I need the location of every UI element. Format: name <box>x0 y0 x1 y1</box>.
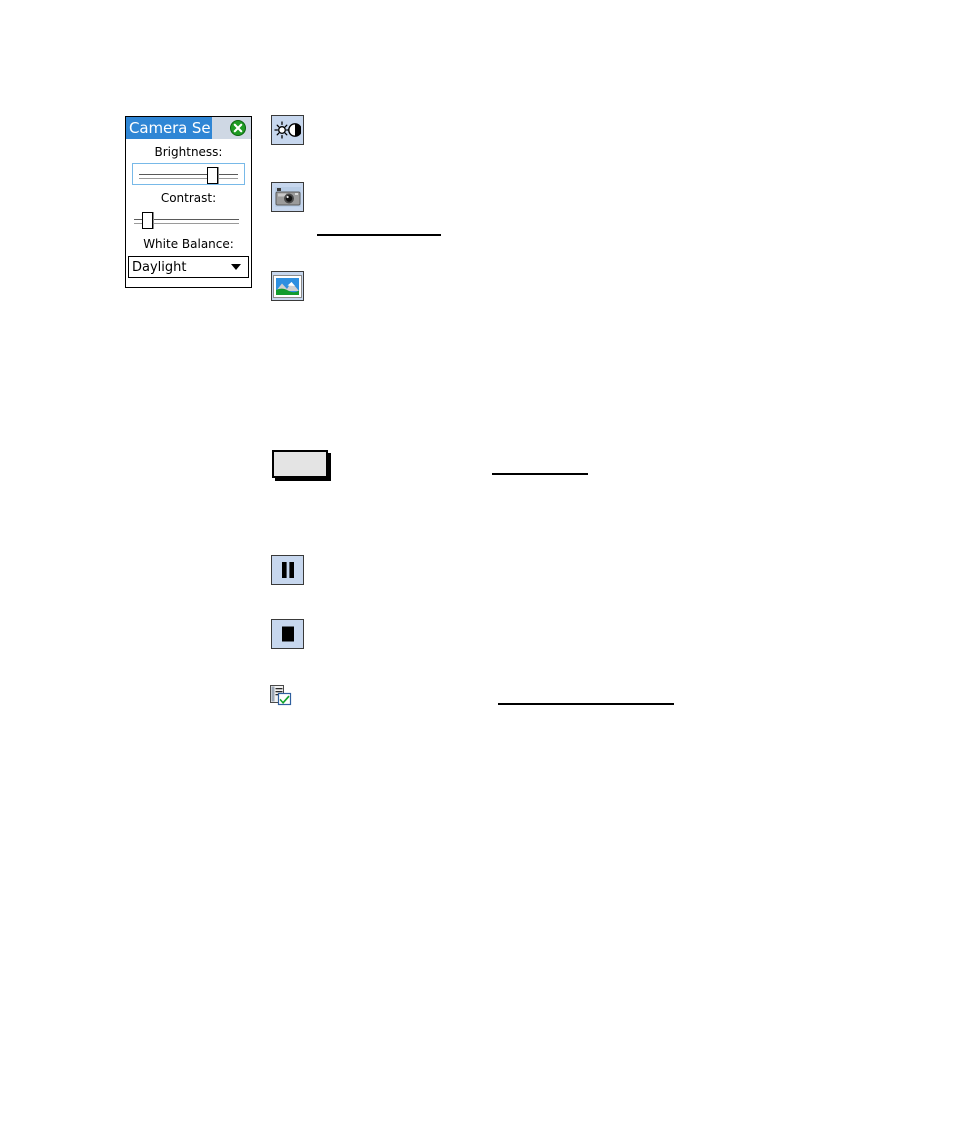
rule-3 <box>498 703 674 705</box>
camera-button[interactable] <box>271 182 304 212</box>
white-balance-combobox[interactable]: Daylight <box>128 256 249 278</box>
pause-icon <box>281 562 294 578</box>
brightness-slider[interactable] <box>132 163 245 185</box>
camera-settings-dialog[interactable]: Camera Se Brightness: Contrast: White Ba… <box>125 116 252 288</box>
white-balance-value: Daylight <box>132 259 187 275</box>
pause-button[interactable] <box>271 555 304 585</box>
brightness-label: Brightness: <box>154 145 223 159</box>
properties-button[interactable] <box>269 684 293 706</box>
stop-button[interactable] <box>271 619 304 649</box>
contrast-slider[interactable] <box>132 209 245 231</box>
rule-2 <box>492 473 588 475</box>
rule-1 <box>317 234 441 236</box>
dialog-titlebar[interactable]: Camera Se <box>126 117 251 139</box>
blank-push-button[interactable] <box>272 450 328 478</box>
brightness-slider-track <box>139 174 238 179</box>
contrast-label: Contrast: <box>160 191 217 205</box>
close-button[interactable] <box>230 120 246 136</box>
brightness-slider-thumb[interactable] <box>207 167 218 184</box>
stop-icon <box>281 626 294 642</box>
contrast-slider-thumb[interactable] <box>142 212 153 229</box>
camera-icon <box>274 187 301 207</box>
brightness-contrast-button[interactable] <box>271 115 304 145</box>
brightness-contrast-icon <box>274 121 301 139</box>
close-icon <box>230 120 246 136</box>
properties-checklist-icon <box>270 684 292 705</box>
picture-button[interactable] <box>271 271 304 301</box>
dialog-title: Camera Se <box>129 119 211 137</box>
chevron-down-icon[interactable] <box>231 264 241 270</box>
picture-icon <box>273 274 302 298</box>
white-balance-label: White Balance: <box>143 237 234 251</box>
